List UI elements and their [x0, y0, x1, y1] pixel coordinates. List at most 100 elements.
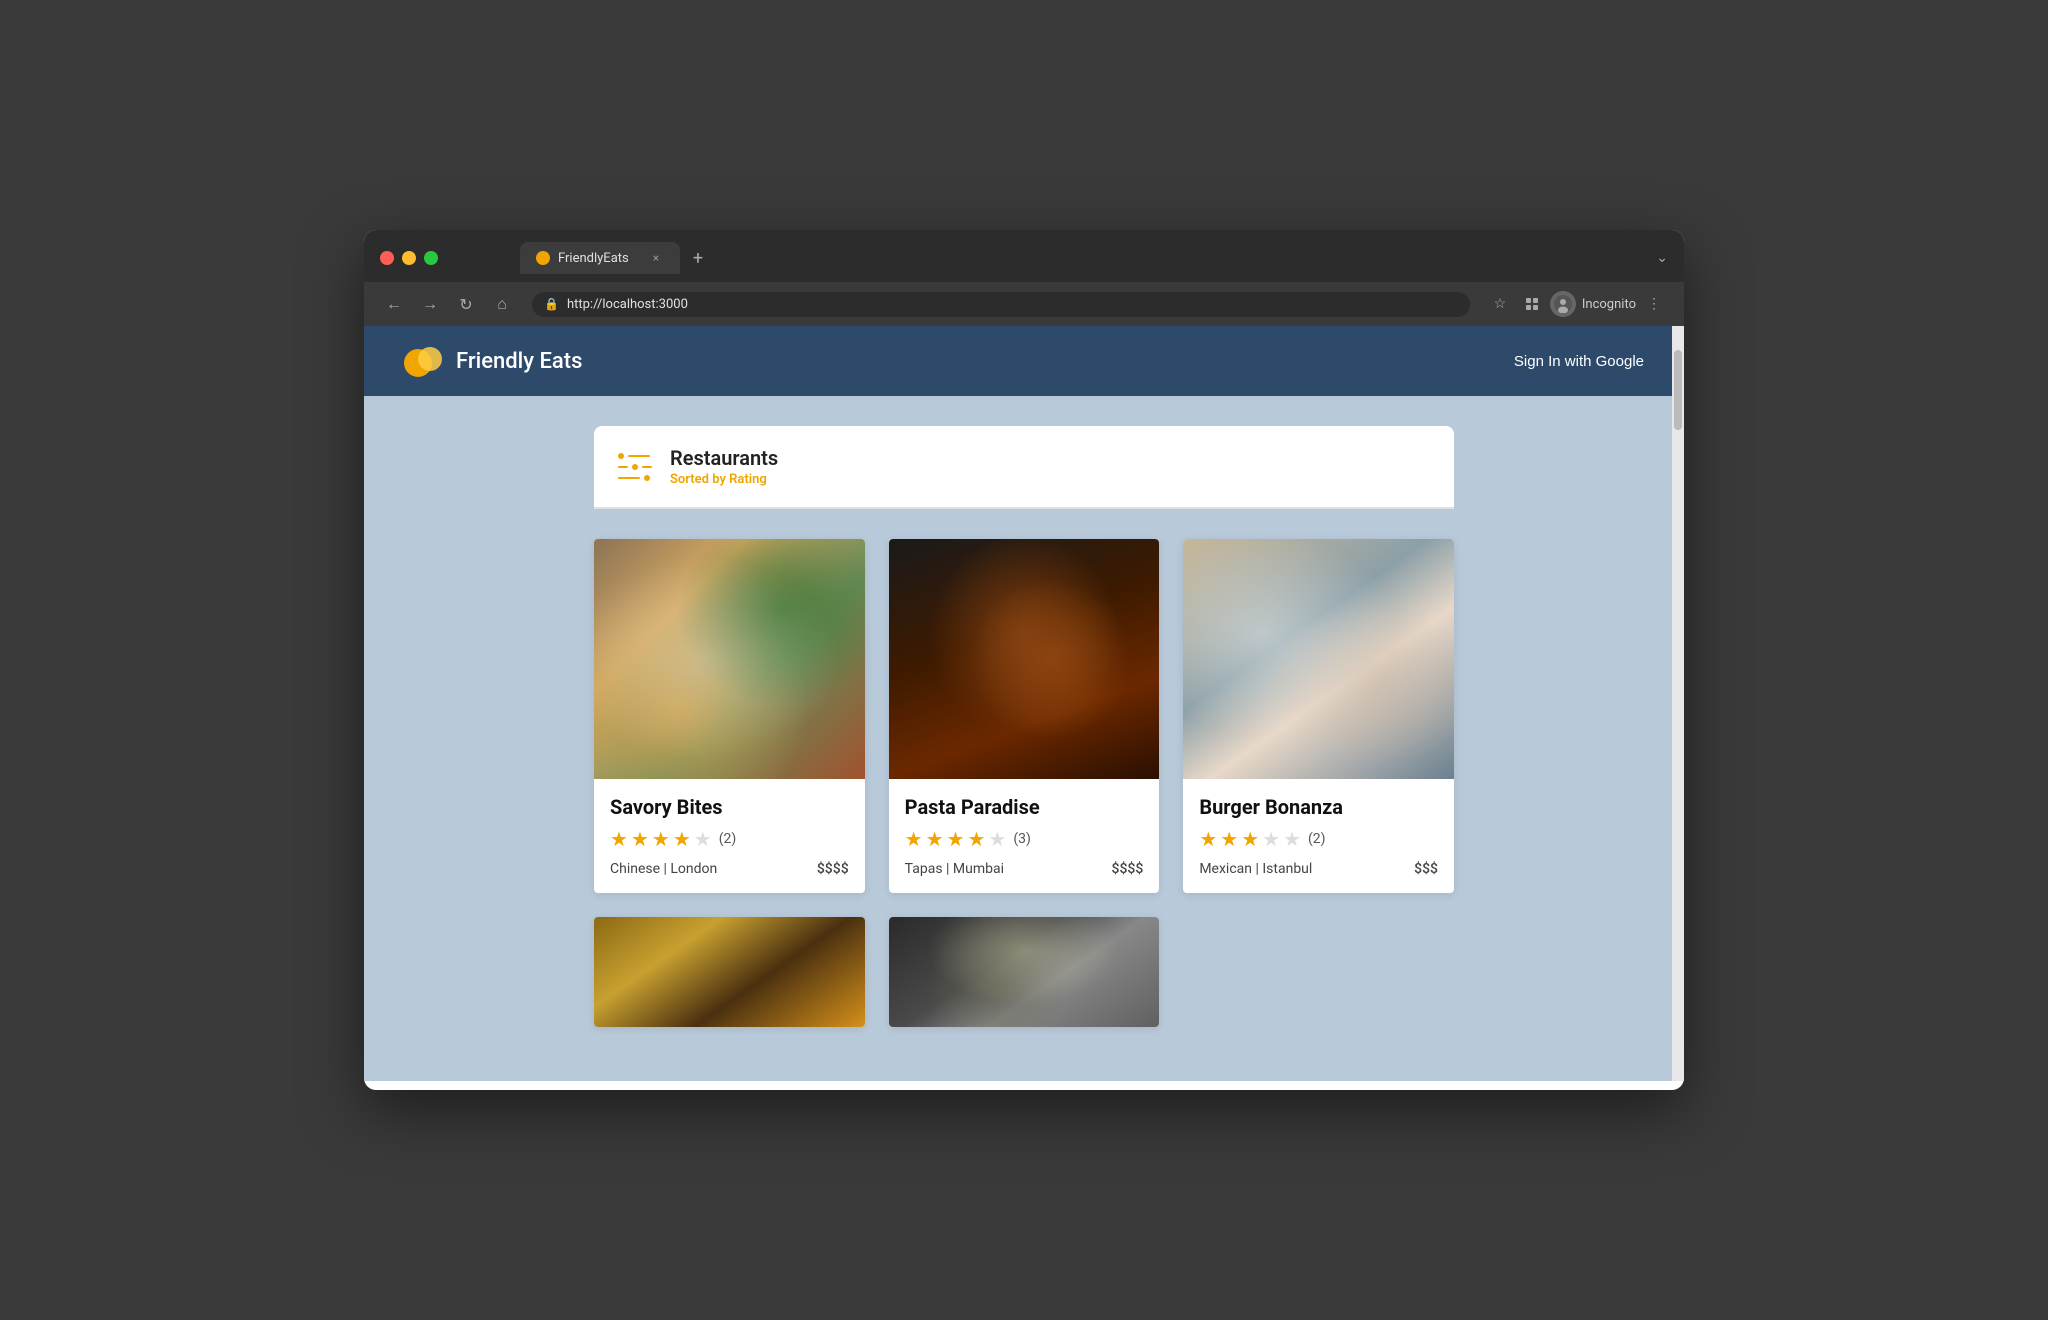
restaurant-info: Savory Bites ★★★★★ (2) Chinese | London …: [594, 779, 865, 893]
restaurant-card[interactable]: Savory Bites ★★★★★ (2) Chinese | London …: [594, 539, 865, 893]
star-filled-icon: ★: [1220, 827, 1238, 851]
restaurant-image: [594, 917, 865, 1027]
filter-dot-1: [618, 453, 624, 459]
star-rating: ★★★★★ (2): [1199, 827, 1438, 851]
star-filled-icon: ★: [1241, 827, 1259, 851]
window-controls[interactable]: ⌄: [1656, 250, 1668, 266]
price: $$$$: [1112, 861, 1144, 877]
cuisine-location: Chinese | London: [610, 861, 717, 877]
restaurant-meta: Mexican | Istanbul $$$: [1199, 861, 1438, 877]
filter-bar-2a: [618, 466, 628, 468]
extensions-button[interactable]: [1518, 290, 1546, 318]
star-filled-icon: ★: [947, 827, 965, 851]
restaurant-meta: Chinese | London $$$$: [610, 861, 849, 877]
price: $$$: [1414, 861, 1438, 877]
review-count: (2): [1308, 831, 1326, 847]
incognito-label: Incognito: [1582, 297, 1636, 312]
address-text: http://localhost:3000: [567, 297, 688, 312]
restaurants-header: Restaurants Sorted by Rating: [594, 426, 1454, 509]
cuisine-location: Tapas | Mumbai: [905, 861, 1004, 877]
app-header: Friendly Eats Sign In with Google: [364, 326, 1684, 396]
star-filled-icon: ★: [905, 827, 923, 851]
star-filled-icon: ★: [926, 827, 944, 851]
cuisine-location: Mexican | Istanbul: [1199, 861, 1312, 877]
home-button[interactable]: ⌂: [488, 290, 516, 318]
back-button[interactable]: ←: [380, 290, 408, 318]
lock-icon: 🔒: [544, 297, 559, 311]
star-empty-icon: ★: [694, 827, 712, 851]
close-window-button[interactable]: [380, 251, 394, 265]
content-wrapper: Restaurants Sorted by Rating Savory Bite…: [574, 426, 1474, 1027]
star-rating: ★★★★★ (2): [610, 827, 849, 851]
app-logo: Friendly Eats: [404, 341, 582, 381]
bookmark-button[interactable]: ☆: [1486, 290, 1514, 318]
tab-bar: FriendlyEats × +: [450, 242, 782, 274]
filter-line-2: [618, 464, 654, 470]
restaurant-grid: Savory Bites ★★★★★ (2) Chinese | London …: [594, 539, 1454, 893]
menu-button[interactable]: ⋮: [1640, 290, 1668, 318]
scrollbar-thumb[interactable]: [1674, 350, 1682, 430]
review-count: (2): [719, 831, 737, 847]
restaurant-image: [594, 539, 865, 779]
forward-button[interactable]: →: [416, 290, 444, 318]
star-rating: ★★★★★ (3): [905, 827, 1144, 851]
browser-nav: ← → ↻ ⌂ 🔒 http://localhost:3000 ☆: [364, 282, 1684, 326]
new-tab-button[interactable]: +: [684, 244, 712, 272]
minimize-window-button[interactable]: [402, 251, 416, 265]
restaurant-image: [1183, 539, 1454, 779]
restaurant-image: [889, 917, 1160, 1027]
filter-bar-2b: [642, 466, 652, 468]
review-count: (3): [1013, 831, 1031, 847]
filter-line-1: [618, 453, 654, 459]
restaurant-card[interactable]: Burger Bonanza ★★★★★ (2) Mexican | Istan…: [1183, 539, 1454, 893]
star-filled-icon: ★: [673, 827, 691, 851]
restaurant-card[interactable]: Pasta Paradise ★★★★★ (3) Tapas | Mumbai …: [889, 539, 1160, 893]
browser-window: FriendlyEats × + ⌄ ← → ↻ ⌂ 🔒 http://loca…: [364, 230, 1684, 1090]
restaurant-info: Burger Bonanza ★★★★★ (2) Mexican | Istan…: [1183, 779, 1454, 893]
app-logo-icon: [404, 341, 444, 381]
filter-line-3: [618, 475, 654, 481]
active-tab[interactable]: FriendlyEats ×: [520, 242, 680, 274]
price: $$$$: [817, 861, 849, 877]
restaurant-name: Pasta Paradise: [905, 795, 1144, 819]
filter-icon[interactable]: [618, 449, 654, 485]
sign-in-button[interactable]: Sign In with Google: [1514, 353, 1644, 370]
restaurant-info: Pasta Paradise ★★★★★ (3) Tapas | Mumbai …: [889, 779, 1160, 893]
restaurant-grid-row2: [594, 917, 1454, 1027]
star-filled-icon: ★: [1199, 827, 1217, 851]
star-filled-icon: ★: [967, 827, 985, 851]
app-body: Restaurants Sorted by Rating Savory Bite…: [364, 396, 1684, 1081]
restaurants-title-block: Restaurants Sorted by Rating: [670, 446, 778, 487]
tab-close-button[interactable]: ×: [648, 250, 664, 266]
browser-chrome: FriendlyEats × + ⌄ ← → ↻ ⌂ 🔒 http://loca…: [364, 230, 1684, 326]
filter-dot-2: [632, 464, 638, 470]
browser-titlebar: FriendlyEats × + ⌄: [364, 230, 1684, 282]
filter-bar-3: [618, 477, 640, 479]
nav-right-controls: ☆: [1486, 290, 1668, 318]
star-empty-icon: ★: [988, 827, 1006, 851]
restaurant-name: Burger Bonanza: [1199, 795, 1438, 819]
star-filled-icon: ★: [652, 827, 670, 851]
restaurant-name: Savory Bites: [610, 795, 849, 819]
restaurants-title: Restaurants: [670, 446, 778, 470]
refresh-button[interactable]: ↻: [452, 290, 480, 318]
restaurant-meta: Tapas | Mumbai $$$$: [905, 861, 1144, 877]
restaurant-image: [889, 539, 1160, 779]
tab-favicon-icon: [536, 251, 550, 265]
maximize-window-button[interactable]: [424, 251, 438, 265]
traffic-lights: [380, 251, 438, 265]
restaurant-card[interactable]: [889, 917, 1160, 1027]
restaurant-card[interactable]: [594, 917, 865, 1027]
scrollbar[interactable]: [1672, 326, 1684, 1081]
address-bar[interactable]: 🔒 http://localhost:3000: [532, 292, 1470, 317]
filter-dot-3: [644, 475, 650, 481]
app-name-label: Friendly Eats: [456, 349, 582, 374]
star-filled-icon: ★: [631, 827, 649, 851]
tab-title-label: FriendlyEats: [558, 251, 640, 266]
incognito-button[interactable]: Incognito: [1550, 291, 1636, 317]
star-filled-icon: ★: [610, 827, 628, 851]
star-empty-icon: ★: [1262, 827, 1280, 851]
filter-bar-1: [628, 455, 650, 457]
incognito-avatar-icon: [1550, 291, 1576, 317]
restaurants-subtitle: Sorted by Rating: [670, 472, 778, 487]
